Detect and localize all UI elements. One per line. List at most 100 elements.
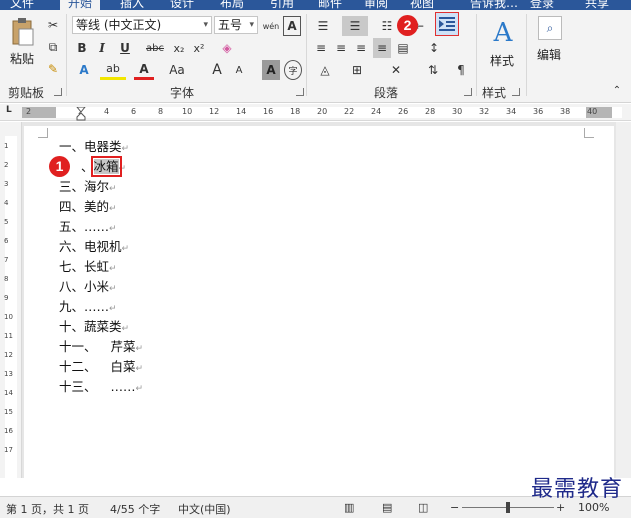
zoom-out-icon[interactable]: − [450,501,459,514]
show-marks-icon[interactable]: ¶ [452,60,470,80]
superscript-button[interactable]: x² [190,38,208,58]
bullets-icon[interactable]: ☰ [312,16,334,36]
tab-file[interactable]: 文件 [10,0,34,10]
font-name-dropdown[interactable]: 等线 (中文正文) [72,16,212,34]
tab-view[interactable]: 视图 [410,0,434,10]
ruler-tick-label: 2 [4,161,9,169]
underline-button[interactable]: U [114,38,136,58]
character-border-button[interactable]: A [283,16,301,36]
ruler-tick-label: 40 [587,107,598,116]
change-case-button[interactable]: Aa [162,60,192,80]
ruler-tick-label: 20 [317,107,328,116]
ruler-tick-label: 6 [4,237,9,245]
page-count[interactable]: 第 1 页，共 1 页 [6,501,89,517]
format-painter-icon[interactable]: ✎ [44,59,62,79]
font-color-button[interactable]: A [134,60,154,80]
zoom-slider-thumb[interactable] [506,502,510,513]
align-center-icon[interactable]: ≡ [332,38,350,58]
distributed-icon[interactable]: ▤ [394,38,412,58]
tab-design[interactable]: 设计 [170,0,194,10]
strikethrough-button[interactable]: abc [142,38,168,58]
shading-icon[interactable]: ◬ [312,60,338,80]
list-item[interactable]: 八、小米↵ [59,278,117,296]
cut-icon[interactable]: ✂ [44,15,62,35]
read-mode-icon[interactable]: ▥ [344,501,354,514]
ribbon: 粘贴 ✂ ⧉ ✎ 剪贴板 等线 (中文正文) 五号 wén A B I U ab… [0,10,631,103]
phonetic-guide-button[interactable]: wén [262,16,280,36]
vertical-ruler[interactable]: 1 2 3 4 5 6 7 8 9 10 11 12 13 14 15 16 1… [0,122,22,478]
enclose-characters-button[interactable]: 字 [284,60,302,80]
editing-button[interactable]: 编辑 [537,46,561,63]
tab-insert[interactable]: 插入 [120,0,144,10]
indent-marker-icon[interactable] [76,107,86,121]
clear-formatting-icon[interactable]: ◈ [218,38,236,58]
tab-review[interactable]: 审阅 [364,0,388,10]
character-shading-button[interactable]: A [262,60,280,80]
italic-button[interactable]: I [94,38,110,58]
multilevel-list-icon[interactable]: ☷ [376,16,398,36]
clipboard-launcher-icon[interactable] [54,88,62,96]
list-item[interactable]: 七、长虹↵ [59,258,117,276]
list-item[interactable]: 十、蔬菜类↵ [59,318,129,336]
language-indicator[interactable]: 中文(中国) [178,501,231,517]
selected-text[interactable]: 冰箱 [90,156,122,177]
shrink-font-button[interactable]: A [230,60,248,80]
find-icon[interactable]: ⌕ [538,16,562,40]
ruler-tick-label: 9 [4,294,9,302]
list-item[interactable]: 六、电视机↵ [59,238,129,256]
ruler-tick-label: 14 [236,107,247,116]
paste-button[interactable] [8,14,38,50]
highlight-button[interactable]: ab [100,60,126,80]
styles-gallery-icon[interactable]: A [488,16,518,50]
asian-layout-icon[interactable]: ✕ [382,60,410,80]
web-layout-icon[interactable]: ◫ [418,501,428,514]
styles-launcher-icon[interactable] [512,88,520,96]
vertical-scrollbar[interactable] [616,122,631,478]
list-item[interactable]: 一、电器类↵ [59,138,129,156]
align-left-icon[interactable]: ≡ [312,38,330,58]
tab-layout[interactable]: 布局 [220,0,244,10]
list-item[interactable]: 十一、 芹菜↵ [59,338,143,356]
tab-references[interactable]: 引用 [270,0,294,10]
tell-me-search[interactable]: 告诉我… [470,0,518,10]
align-right-icon[interactable]: ≡ [352,38,370,58]
tab-mailings[interactable]: 邮件 [318,0,342,10]
document-area[interactable]: 一、电器类↵ 、冰箱↵ 三、海尔↵ 四、美的↵ 五、……↵ 六、电视机↵ 七、长… [22,122,631,478]
ruler-tick-label: 22 [344,107,355,116]
bold-button[interactable]: B [74,38,90,58]
document-page[interactable]: 一、电器类↵ 、冰箱↵ 三、海尔↵ 四、美的↵ 五、……↵ 六、电视机↵ 七、长… [24,126,614,478]
subscript-button[interactable]: x₂ [170,38,188,58]
list-item[interactable]: 十二、 白菜↵ [59,358,143,376]
line-spacing-icon[interactable]: ↕ [422,38,446,58]
tab-selector-icon[interactable]: L [6,105,12,115]
word-count[interactable]: 4/55 个字 [110,501,160,517]
numbering-icon[interactable]: ☰ [342,16,368,36]
tab-home[interactable]: 开始 [60,0,101,10]
ruler-tick-label: 36 [533,107,544,116]
group-divider [306,14,307,96]
list-item[interactable]: 九、……↵ [59,298,117,316]
sort-icon[interactable]: ⇅ [422,60,444,80]
ruler-tick-label: 5 [4,218,9,226]
text-effects-button[interactable]: A [74,60,94,80]
horizontal-ruler[interactable]: L 2 2 4 6 8 10 12 14 16 18 20 22 24 26 2… [0,104,631,121]
increase-indent-button[interactable] [435,12,459,36]
justify-icon[interactable]: ≡ [373,38,391,58]
print-layout-icon[interactable]: ▤ [382,501,392,514]
share-button[interactable]: 共享 [585,0,609,10]
borders-icon[interactable]: ⊞ [344,60,370,80]
list-item[interactable]: 五、……↵ [59,218,117,236]
list-item[interactable]: 十三、 ……↵ [59,378,143,396]
paragraph-launcher-icon[interactable] [464,88,472,96]
copy-icon[interactable]: ⧉ [44,37,62,57]
list-item[interactable]: 三、海尔↵ [59,178,117,196]
grow-font-button[interactable]: A [208,60,226,80]
font-launcher-icon[interactable] [296,88,304,96]
list-item[interactable]: 四、美的↵ [59,198,117,216]
collapse-ribbon-icon[interactable]: ⌃ [610,80,624,100]
styles-button[interactable]: 样式 [490,52,514,69]
sign-in-link[interactable]: 登录 [530,0,554,10]
ruler-tick-label: 18 [290,107,301,116]
ruler-tick-label: 1 [4,142,9,150]
font-size-dropdown[interactable]: 五号 [214,16,258,34]
